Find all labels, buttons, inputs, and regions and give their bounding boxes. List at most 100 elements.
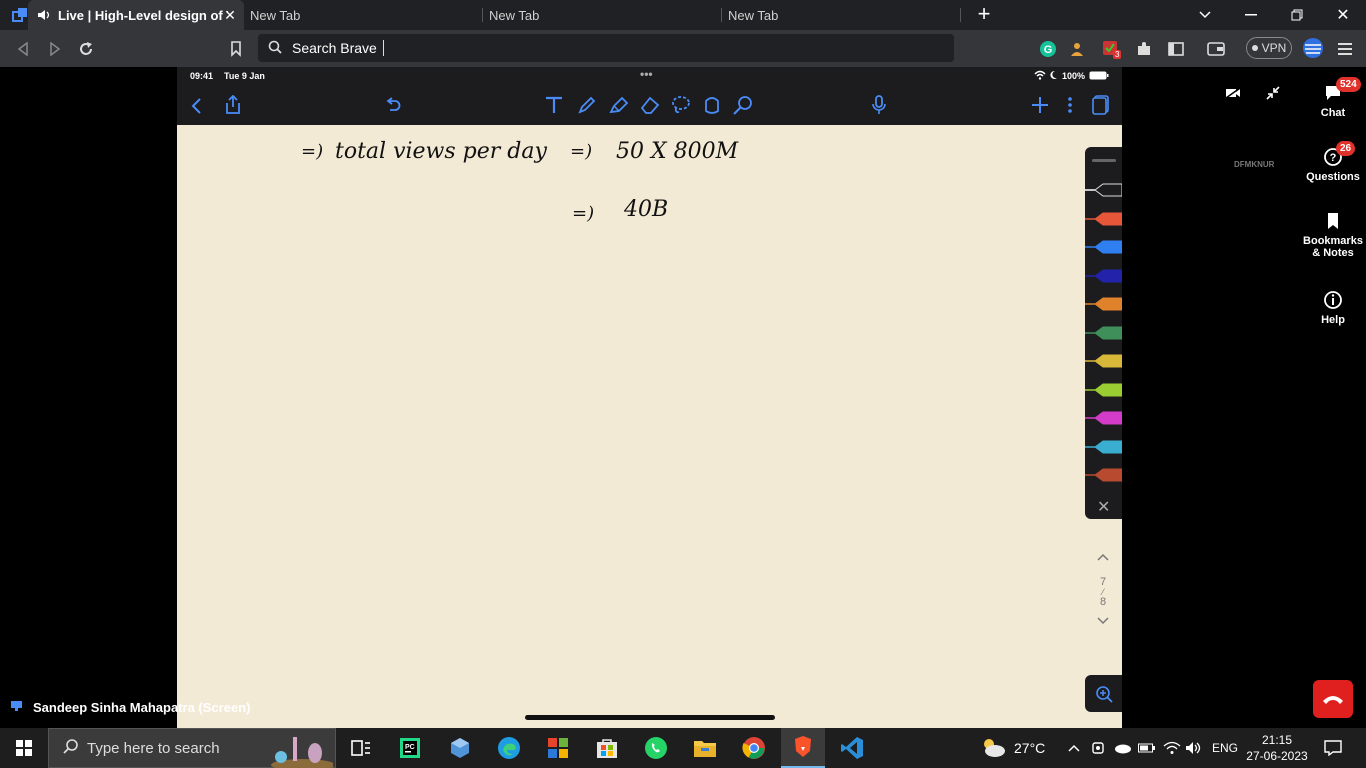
- edge-icon[interactable]: [495, 734, 523, 762]
- eraser-tool-icon[interactable]: [639, 95, 661, 120]
- tab-search-chevron-icon[interactable]: [1182, 0, 1228, 30]
- pen-swatch[interactable]: [1085, 324, 1122, 342]
- weather-widget[interactable]: 27°C: [980, 728, 1045, 768]
- vscode-icon[interactable]: [838, 734, 866, 762]
- pen-swatch[interactable]: [1085, 238, 1122, 256]
- tab-new-1[interactable]: New Tab: [250, 0, 480, 30]
- share-icon[interactable]: [224, 94, 242, 120]
- extension-person-icon[interactable]: [1067, 38, 1089, 60]
- pen-swatch[interactable]: [1085, 352, 1122, 370]
- pen-swatch[interactable]: [1085, 381, 1122, 399]
- vpn-button[interactable]: VPN: [1246, 37, 1292, 59]
- questions-button[interactable]: ? Questions 26: [1300, 141, 1366, 183]
- handwriting-value-2: 40B: [624, 197, 669, 222]
- virtualbox-icon[interactable]: [446, 734, 474, 762]
- back-chevron-icon[interactable]: [191, 97, 203, 120]
- more-options-icon[interactable]: [1067, 96, 1073, 119]
- close-rack-icon[interactable]: ✕: [1097, 497, 1110, 517]
- zoom-button[interactable]: [1085, 675, 1122, 712]
- note-canvas[interactable]: =) total views per day =) 50 X 800M =) 4…: [177, 125, 1122, 728]
- pen-swatch[interactable]: [1085, 267, 1122, 285]
- bookmark-icon[interactable]: [225, 38, 247, 60]
- clock[interactable]: 21:15 27-06-2023: [1245, 728, 1309, 768]
- file-explorer-icon[interactable]: [691, 734, 719, 762]
- tray-expand-icon[interactable]: [1068, 728, 1080, 768]
- undo-icon[interactable]: [384, 97, 402, 118]
- notifications-icon[interactable]: [1324, 728, 1342, 768]
- taskbar-search-placeholder: Type here to search: [87, 739, 220, 757]
- microsoft-store-icon[interactable]: [593, 734, 621, 762]
- microphone-icon[interactable]: [872, 95, 886, 120]
- shapes-tool-icon[interactable]: [702, 95, 722, 120]
- handwriting-value-1: 50 X 800M: [616, 139, 739, 164]
- minimize-button[interactable]: [1228, 0, 1274, 30]
- tab-title: New Tab: [728, 7, 779, 23]
- battery-tray-icon[interactable]: [1138, 728, 1156, 768]
- brave-rewards-icon[interactable]: [1301, 36, 1325, 60]
- volume-tray-icon[interactable]: [1185, 728, 1203, 768]
- onedrive-cloud-icon[interactable]: [1113, 728, 1131, 768]
- bookmarks-notes-button[interactable]: Bookmarks & Notes: [1300, 211, 1366, 259]
- ipad-time: 09:41: [190, 71, 214, 81]
- new-tab-button[interactable]: +: [972, 3, 996, 27]
- speaker-icon[interactable]: [36, 7, 52, 23]
- help-button[interactable]: Help: [1300, 290, 1366, 326]
- laser-pointer-icon[interactable]: [732, 95, 754, 120]
- windows-taskbar: Type here to search PC 27°C ENG 21:15 27…: [0, 728, 1366, 768]
- pen-swatch[interactable]: [1085, 438, 1122, 456]
- tab-new-3[interactable]: New Tab: [728, 0, 958, 30]
- tab-close-icon[interactable]: ✕: [222, 7, 238, 23]
- user-watermark: DFMKNUR: [1234, 160, 1275, 169]
- highlighter-tool-icon[interactable]: [608, 95, 630, 120]
- sidebar-toggle-icon[interactable]: [1165, 38, 1187, 60]
- menu-icon[interactable]: [1334, 38, 1356, 60]
- exit-fullscreen-icon[interactable]: [1262, 82, 1284, 104]
- tab-new-2[interactable]: New Tab: [489, 0, 719, 30]
- text-tool-icon[interactable]: [544, 95, 564, 120]
- back-icon[interactable]: [12, 38, 34, 60]
- extensions-puzzle-icon[interactable]: [1133, 38, 1155, 60]
- svg-text:PC: PC: [405, 744, 415, 751]
- reload-icon[interactable]: [75, 38, 97, 60]
- chat-button[interactable]: Chat 524: [1300, 77, 1366, 119]
- task-view-icon[interactable]: [347, 734, 375, 762]
- page-down-icon[interactable]: [1092, 616, 1114, 628]
- language-indicator[interactable]: ENG: [1212, 728, 1238, 768]
- pen-swatch[interactable]: [1085, 409, 1122, 427]
- address-bar[interactable]: Search Brave: [258, 34, 954, 62]
- forward-icon[interactable]: [44, 38, 66, 60]
- rack-handle[interactable]: [1092, 159, 1116, 162]
- browser-tabstrip: Live | High-Level design of You ✕ New Ta…: [0, 0, 1366, 30]
- pen-swatch[interactable]: [1085, 181, 1122, 199]
- pages-view-icon[interactable]: [1092, 95, 1110, 120]
- pycharm-icon[interactable]: PC: [396, 734, 424, 762]
- page-up-icon[interactable]: [1092, 552, 1114, 564]
- camera-off-icon[interactable]: [1222, 82, 1244, 104]
- presenter-label: Sandeep Sinha Mahapatra (Screen): [10, 700, 250, 715]
- lasso-tool-icon[interactable]: [670, 95, 692, 120]
- help-label: Help: [1321, 314, 1345, 326]
- end-call-button[interactable]: [1313, 680, 1353, 718]
- wifi-tray-icon[interactable]: [1163, 728, 1181, 768]
- chrome-icon[interactable]: [740, 734, 768, 762]
- add-page-icon[interactable]: [1031, 96, 1049, 119]
- vpn-status-dot-icon: [1251, 45, 1258, 51]
- brave-taskbar-icon[interactable]: [781, 728, 825, 768]
- taskbar-search-box[interactable]: Type here to search: [48, 728, 336, 768]
- ipad-status-bar: 09:41 Tue 9 Jan ••• 100%: [177, 67, 1122, 85]
- pen-swatch[interactable]: [1085, 466, 1122, 484]
- grammarly-icon[interactable]: G: [1037, 38, 1059, 60]
- office-apps-icon[interactable]: [544, 734, 572, 762]
- pen-tool-icon[interactable]: [577, 95, 597, 120]
- pen-swatch[interactable]: [1085, 210, 1122, 228]
- restore-button[interactable]: [1274, 0, 1320, 30]
- wallet-icon[interactable]: [1205, 38, 1227, 60]
- close-window-button[interactable]: ✕: [1320, 0, 1366, 30]
- tab-live-hld[interactable]: Live | High-Level design of You ✕: [28, 0, 244, 30]
- battery-percent: 100%: [1062, 71, 1086, 81]
- windows-start-icon[interactable]: [10, 734, 38, 762]
- whatsapp-icon[interactable]: [642, 734, 670, 762]
- meet-now-icon[interactable]: [1091, 728, 1105, 768]
- extension-shield-icon[interactable]: 3: [1101, 38, 1123, 60]
- pen-swatch[interactable]: [1085, 295, 1122, 313]
